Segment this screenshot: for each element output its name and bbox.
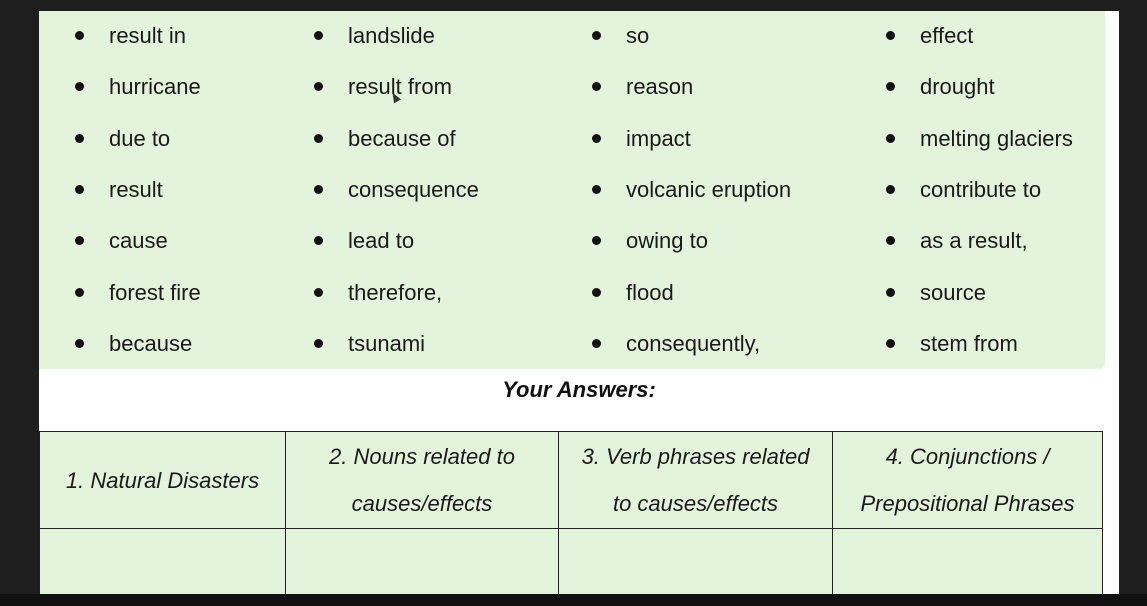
bullet-icon: [592, 288, 601, 297]
header-line: 4. Conjunctions /: [885, 444, 1050, 469]
answer-cell-conjunctions[interactable]: [832, 528, 1103, 594]
bullet-icon: [75, 288, 84, 297]
word-bank-text: cause: [109, 228, 168, 253]
bullet-icon: [75, 185, 84, 194]
bullet-icon: [886, 82, 895, 91]
bullet-icon: [886, 31, 895, 40]
word-bank-text: due to: [109, 126, 171, 151]
word-bank-text: consequently,: [626, 331, 761, 356]
bullet-icon: [75, 339, 84, 348]
bullet-icon: [314, 134, 323, 143]
bullet-icon: [886, 339, 895, 348]
answers-title: Your Answers:: [502, 377, 656, 402]
bullet-icon: [886, 236, 895, 245]
word-bank-text: because: [109, 331, 193, 356]
header-line: causes/effects: [351, 491, 493, 516]
word-bank-text: volcanic eruption: [626, 177, 792, 202]
answers-header-row: 1. Natural Disasters 2. Nouns related to…: [39, 431, 1103, 529]
word-bank-text: stem from: [920, 331, 1018, 356]
word-bank-text: flood: [626, 280, 674, 305]
header-line: to causes/effects: [612, 491, 779, 516]
bullet-icon: [314, 82, 323, 91]
word-bank-text: effect: [920, 23, 974, 48]
bullet-icon: [592, 236, 601, 245]
bullet-icon: [314, 339, 323, 348]
header-verb-phrases: 3. Verb phrases related to causes/effect…: [558, 431, 833, 529]
answer-cell-natural-disasters[interactable]: [39, 528, 286, 594]
bullet-icon: [314, 185, 323, 194]
word-bank-text: result: [109, 177, 163, 202]
bullet-icon: [592, 31, 601, 40]
bullet-icon: [75, 82, 84, 91]
word-bank-text: contribute to: [920, 177, 1042, 202]
answer-cell-verb-phrases[interactable]: [558, 528, 833, 594]
document-page: result in hurricane due to result cause fores…: [39, 11, 1119, 594]
word-bank-text: result in: [109, 23, 187, 48]
word-bank-text: lead to: [348, 228, 415, 253]
bullet-icon: [592, 339, 601, 348]
bullet-icon: [886, 185, 895, 194]
word-bank-text: therefore,: [348, 280, 443, 305]
word-bank-text: consequence: [348, 177, 479, 202]
word-bank-text: so: [626, 23, 650, 48]
answers-input-row: [39, 528, 1103, 594]
bullet-icon: [314, 236, 323, 245]
header-line: 2. Nouns related to: [329, 444, 515, 469]
bullet-icon: [886, 134, 895, 143]
bullet-icon: [75, 236, 84, 245]
word-bank-text: impact: [626, 126, 691, 151]
word-bank-text: hurricane: [109, 74, 201, 99]
header-nouns: 2. Nouns related to causes/effects: [285, 431, 559, 529]
word-bank-text: landslide: [348, 23, 435, 48]
bullet-icon: [75, 134, 84, 143]
bottom-strip: [0, 594, 1147, 606]
word-bank-panel: result in hurricane due to result cause fores…: [39, 11, 1105, 369]
word-bank-text: reason: [626, 74, 694, 99]
word-bank-text: drought: [920, 74, 995, 99]
bullet-icon: [592, 82, 601, 91]
bullet-icon: [314, 288, 323, 297]
answers-table: 1. Natural Disasters 2. Nouns related to…: [39, 431, 1103, 594]
bullet-icon: [886, 288, 895, 297]
word-bank-text: tsunami: [348, 331, 426, 356]
header-line: 3. Verb phrases related: [581, 444, 810, 469]
bullet-icon: [592, 185, 601, 194]
bullet-icon: [314, 31, 323, 40]
word-bank-text: source: [920, 280, 987, 305]
word-bank-text: because of: [348, 126, 456, 151]
header-natural-disasters: 1. Natural Disasters: [39, 431, 286, 529]
word-bank-text: forest fire: [109, 280, 201, 305]
header-line: 1. Natural Disasters: [65, 467, 260, 493]
word-bank-text: melting glaciers: [920, 126, 1073, 151]
answer-cell-nouns[interactable]: [285, 528, 559, 594]
header-line: Prepositional Phrases: [860, 491, 1075, 516]
word-bank-text: owing to: [626, 228, 708, 253]
header-conjunctions: 4. Conjunctions / Prepositional Phrases: [832, 431, 1103, 529]
bullet-icon: [75, 31, 84, 40]
bullet-icon: [592, 134, 601, 143]
word-bank-text: as a result,: [920, 228, 1028, 253]
